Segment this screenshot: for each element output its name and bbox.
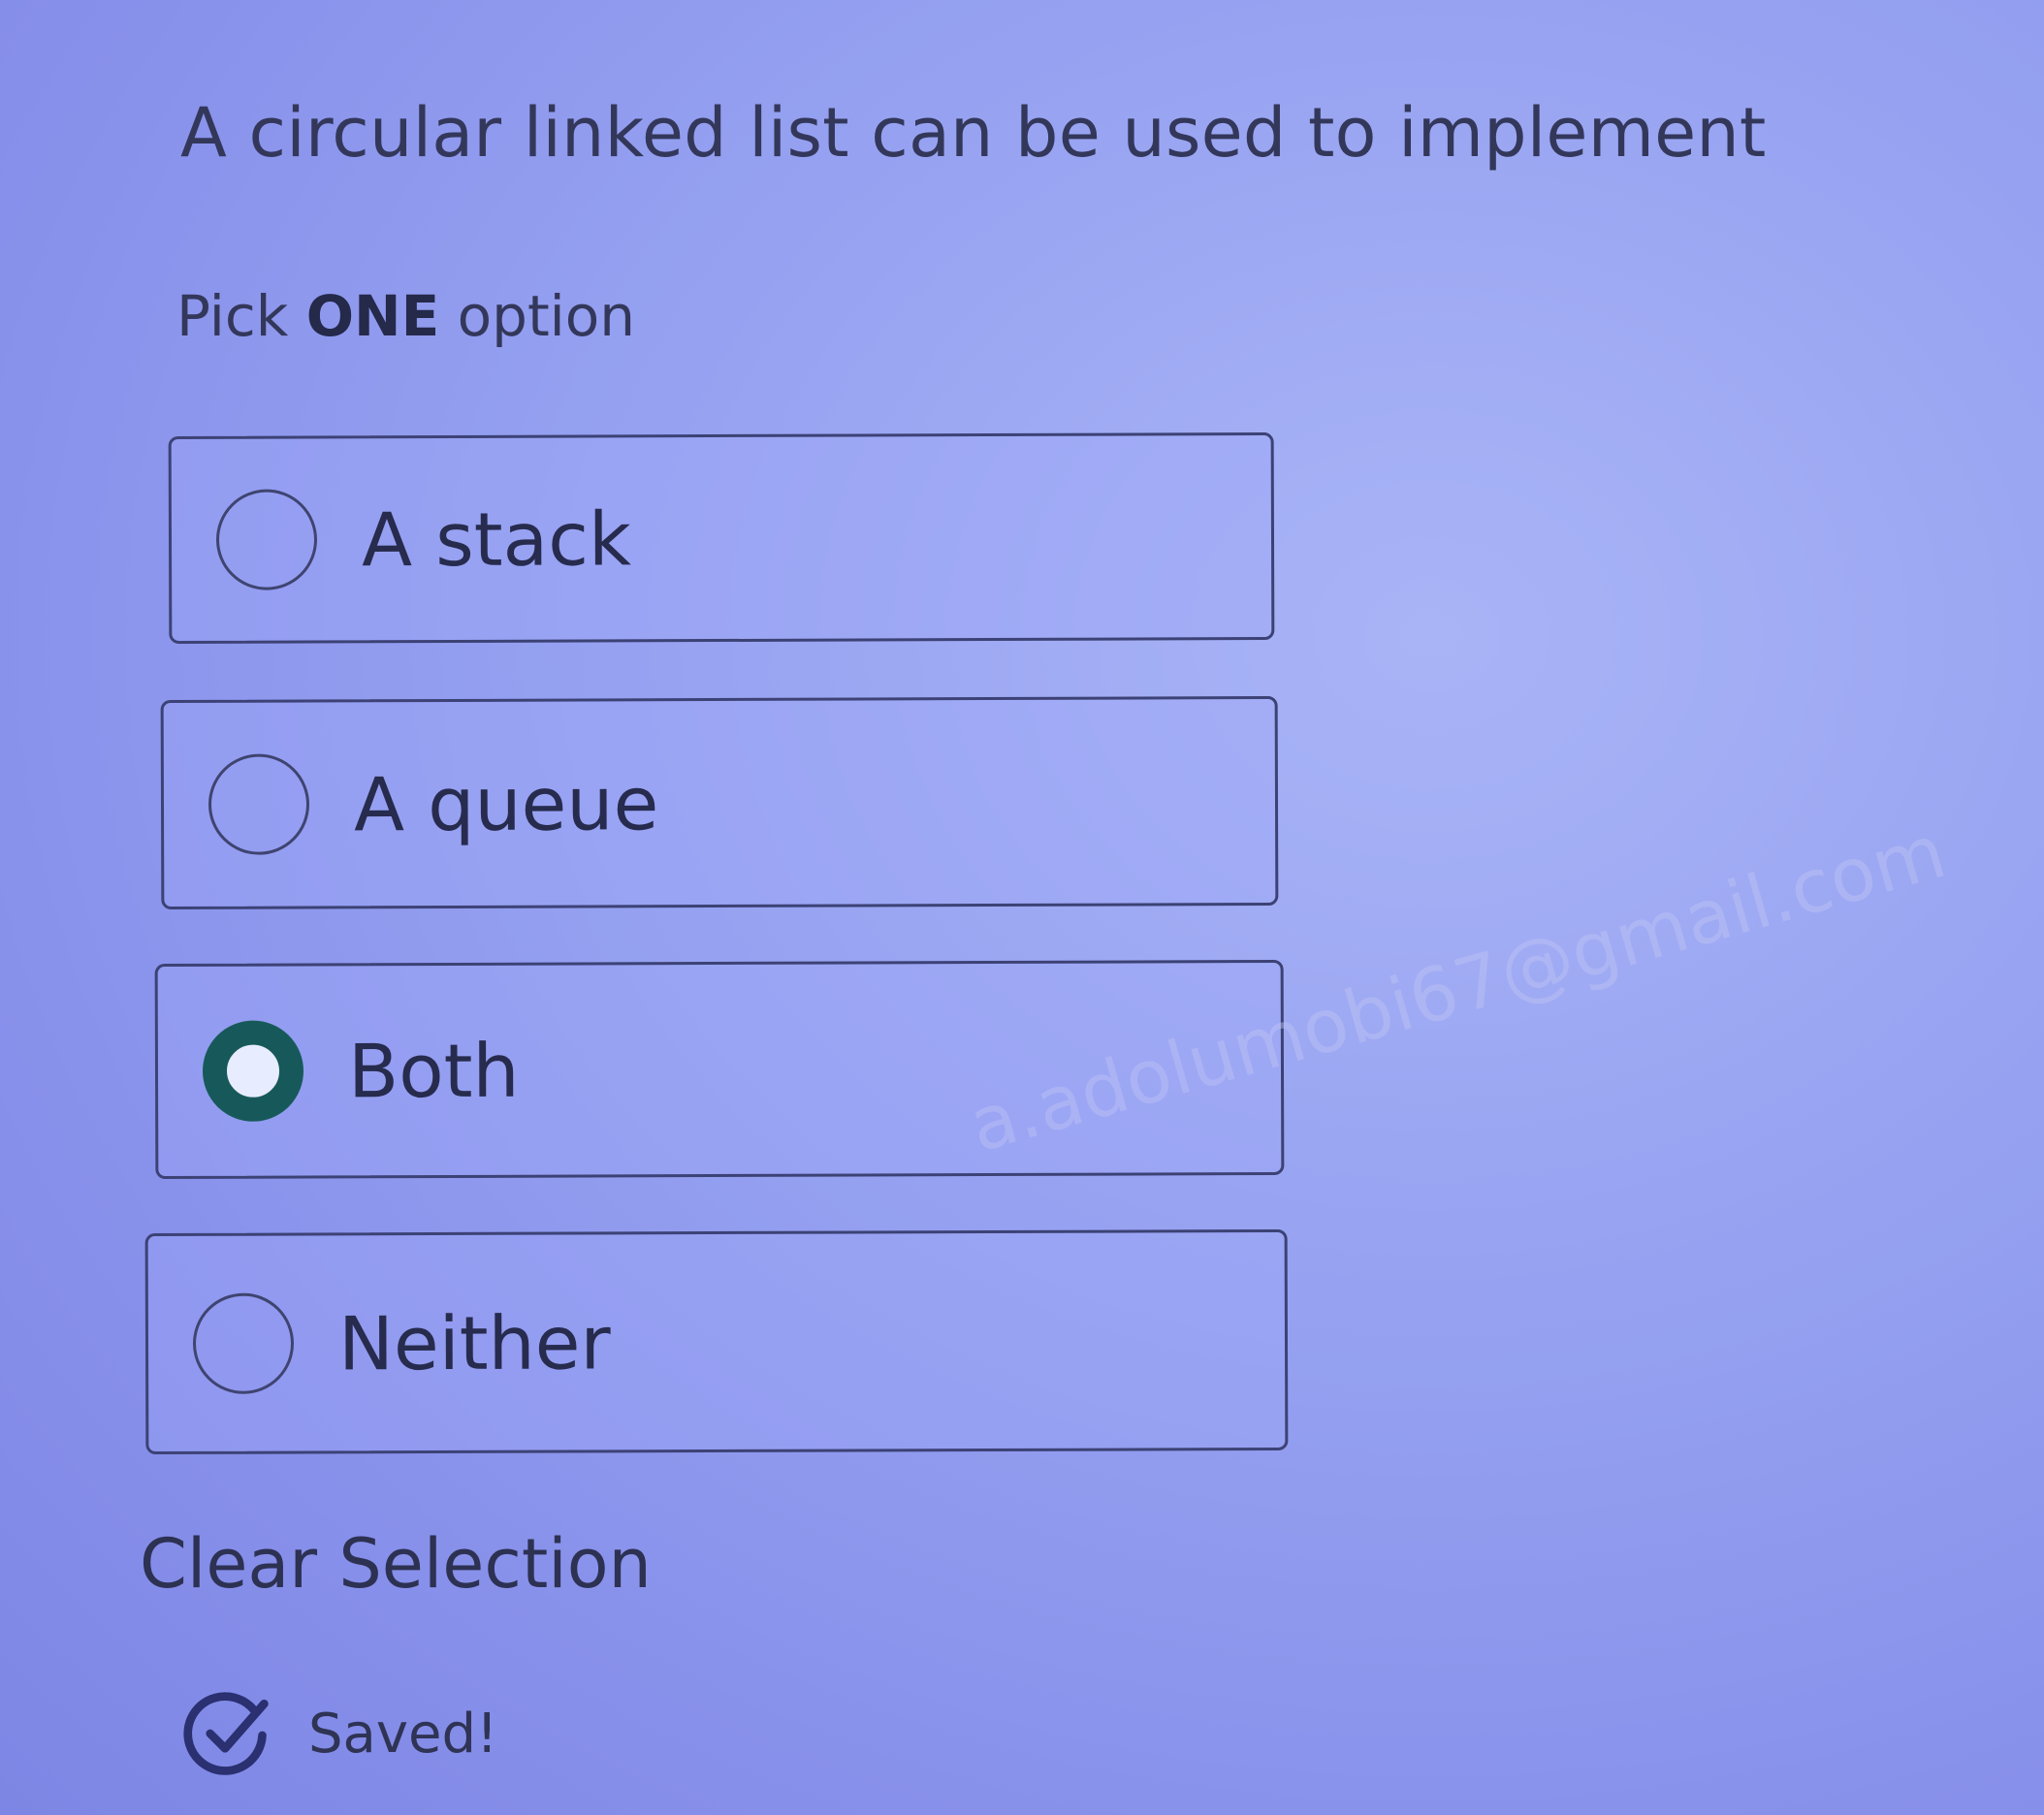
save-status: Saved! [180, 1687, 497, 1780]
clear-selection-link[interactable]: Clear Selection [140, 1524, 652, 1604]
check-circle-icon [183, 1692, 269, 1775]
instruction-prefix: Pick [176, 283, 306, 349]
option-label: A stack [361, 494, 632, 583]
quiz-page: A circular linked list can be used to im… [0, 0, 2044, 1815]
radio-button[interactable] [208, 753, 310, 855]
option-a-stack[interactable]: A stack [168, 432, 1275, 644]
radio-button[interactable] [215, 489, 318, 590]
question-text: A circular linked list can be used to im… [180, 93, 1767, 173]
instruction-emphasis: ONE [305, 283, 440, 349]
saved-status-text: Saved! [308, 1702, 498, 1766]
instruction-suffix: option [439, 283, 636, 349]
option-both[interactable]: Both [154, 959, 1285, 1180]
radio-button-selected[interactable] [202, 1020, 304, 1122]
instruction-text: Pick ONE option [176, 283, 635, 349]
option-label: Neither [337, 1298, 611, 1386]
option-neither[interactable]: Neither [144, 1228, 1289, 1455]
option-label: Both [347, 1027, 520, 1114]
option-label: A queue [353, 759, 659, 847]
radio-button[interactable] [192, 1292, 295, 1394]
option-a-queue[interactable]: A queue [160, 695, 1279, 910]
